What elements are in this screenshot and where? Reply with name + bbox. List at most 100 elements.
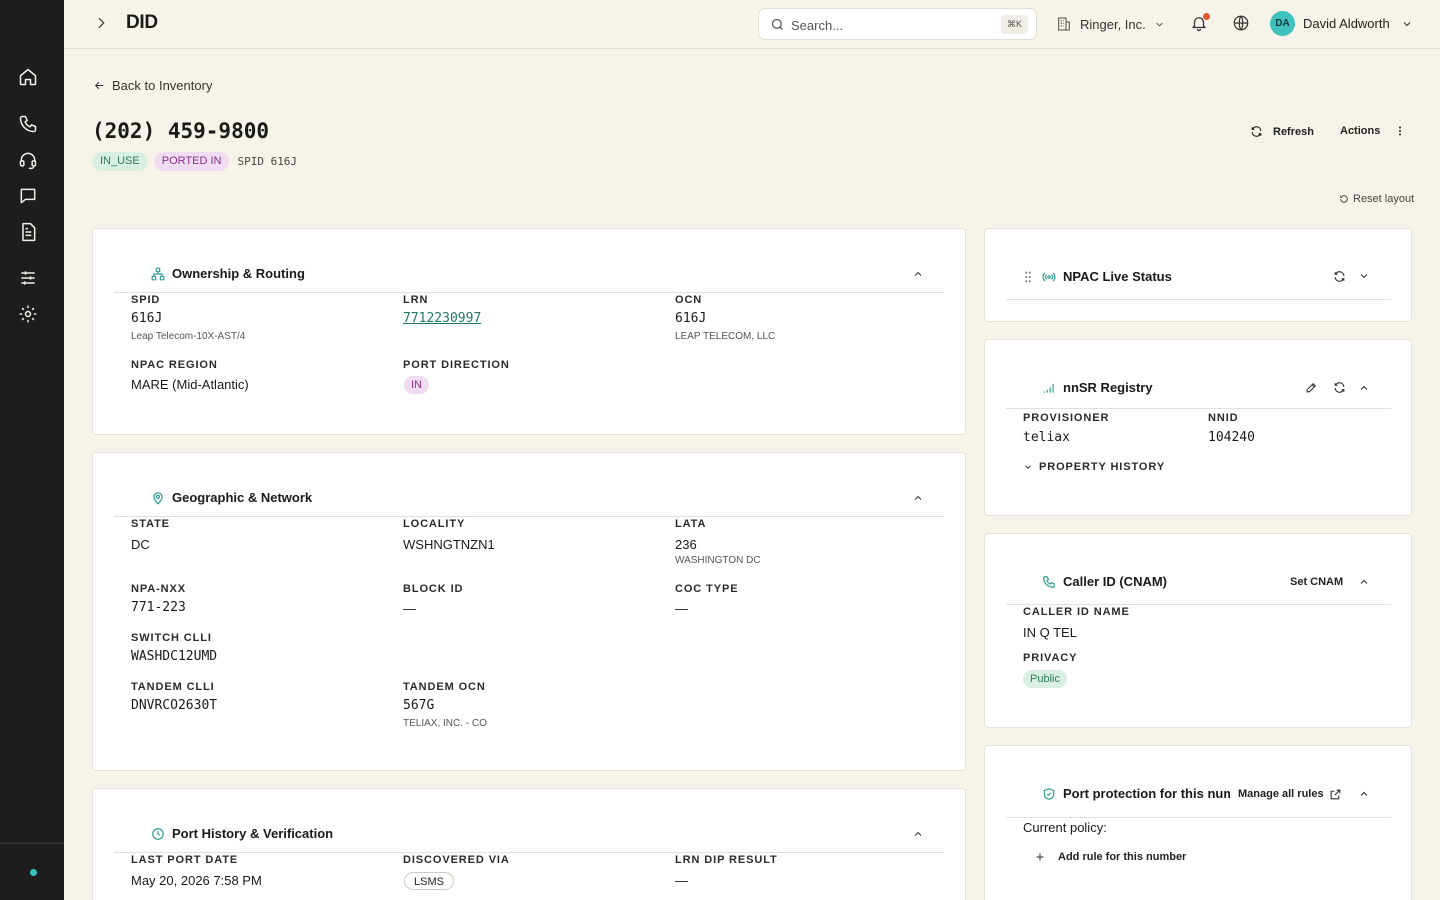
card-divider xyxy=(1006,408,1391,409)
current-policy-label: Current policy: xyxy=(1023,820,1107,835)
section-title: DID xyxy=(126,12,158,33)
network-icon xyxy=(151,267,165,281)
port-history-card: Port History & Verification LAST PORT DA… xyxy=(92,788,966,900)
privacy-badge: Public xyxy=(1023,670,1067,688)
lrn-dip-label: LRN DIP RESULT xyxy=(675,854,778,866)
port-protection-title: Port protection for this number xyxy=(1063,786,1230,801)
coc-type-value: — xyxy=(675,601,688,616)
add-rule-label: Add rule for this number xyxy=(1058,851,1187,863)
home-icon[interactable] xyxy=(18,67,38,87)
chevron-up-icon[interactable] xyxy=(912,492,924,504)
port-direction-badge: IN xyxy=(404,376,429,394)
user-name: David Aldworth xyxy=(1303,16,1390,31)
npa-nxx-label: NPA-NXX xyxy=(131,583,186,595)
location-pin-icon xyxy=(151,491,165,505)
phone-icon[interactable] xyxy=(18,114,38,134)
property-history-toggle[interactable]: PROPERTY HISTORY xyxy=(1023,461,1165,473)
drag-handle-icon[interactable] xyxy=(1023,271,1033,283)
lata-value: 236 xyxy=(675,537,697,552)
sliders-icon[interactable] xyxy=(18,268,38,288)
state-value: DC xyxy=(131,537,150,552)
edit-icon[interactable] xyxy=(1305,381,1318,394)
tandem-ocn-sub: TELIAX, INC. - CO xyxy=(403,718,487,729)
cnam-card: Caller ID (CNAM) Set CNAM CALLER ID NAME… xyxy=(984,533,1412,728)
port-direction-label: PORT DIRECTION xyxy=(403,359,510,371)
tandem-ocn-label: TANDEM OCN xyxy=(403,681,486,693)
state-label: STATE xyxy=(131,518,170,530)
nnsr-card: nnSR Registry PROVISIONER teliax NNID 10… xyxy=(984,339,1412,516)
privacy-label: PRIVACY xyxy=(1023,652,1078,664)
port-protection-header: Port protection for this number xyxy=(1042,786,1230,801)
cnam-header: Caller ID (CNAM) xyxy=(1042,574,1167,589)
chat-icon[interactable] xyxy=(18,186,38,206)
avatar: DA xyxy=(1270,11,1295,36)
chevron-up-icon[interactable] xyxy=(912,828,924,840)
chevron-up-icon[interactable] xyxy=(1358,382,1370,394)
set-cnam-button[interactable]: Set CNAM xyxy=(1290,576,1343,588)
actions-button[interactable]: Actions xyxy=(1340,125,1406,137)
port-history-header: Port History & Verification xyxy=(151,826,333,841)
add-rule-button[interactable]: Add rule for this number xyxy=(1034,851,1186,863)
status-badges: IN_USE PORTED IN SPID 616J xyxy=(92,152,297,171)
property-history-label: PROPERTY HISTORY xyxy=(1039,461,1166,473)
tandem-clli-value: DNVRCO2630T xyxy=(131,698,218,713)
card-divider xyxy=(1006,299,1391,300)
npac-card: NPAC Live Status xyxy=(984,228,1412,322)
refresh-icon xyxy=(1250,125,1263,138)
reset-layout-button[interactable]: Reset layout xyxy=(1339,193,1414,205)
block-id-label: BLOCK ID xyxy=(403,583,464,595)
card-divider xyxy=(1006,604,1391,605)
chevron-down-icon[interactable] xyxy=(1358,270,1370,282)
ported-badge: PORTED IN xyxy=(153,152,230,171)
document-icon[interactable] xyxy=(18,222,38,242)
arrow-left-icon xyxy=(93,79,106,92)
chevron-up-icon[interactable] xyxy=(1358,788,1370,800)
card-divider xyxy=(1006,817,1391,818)
gear-icon[interactable] xyxy=(18,304,38,324)
ocn-value: 616J xyxy=(675,311,707,326)
page-title: (202) 459-9800 xyxy=(92,119,270,143)
chevron-down-icon xyxy=(1154,19,1165,30)
search-icon xyxy=(770,17,785,32)
search-input[interactable] xyxy=(791,15,991,35)
port-protection-card: Port protection for this number Manage a… xyxy=(984,745,1412,900)
chevron-up-icon[interactable] xyxy=(1358,576,1370,588)
card-divider xyxy=(114,516,944,517)
manage-rules-button[interactable]: Manage all rules xyxy=(1238,788,1324,800)
back-label: Back to Inventory xyxy=(112,78,213,93)
headset-icon[interactable] xyxy=(18,150,38,170)
user-menu[interactable]: DA David Aldworth xyxy=(1270,11,1413,36)
external-link-icon[interactable] xyxy=(1329,788,1342,801)
chevron-up-icon[interactable] xyxy=(912,268,924,280)
phone-icon xyxy=(1042,575,1056,589)
refresh-icon[interactable] xyxy=(1333,270,1346,283)
refresh-icon[interactable] xyxy=(1333,381,1346,394)
shield-icon xyxy=(1042,787,1056,801)
back-link[interactable]: Back to Inventory xyxy=(93,78,212,93)
caller-id-name-label: CALLER ID NAME xyxy=(1023,606,1130,618)
actions-label: Actions xyxy=(1340,125,1381,137)
lrn-link[interactable]: 7712230997 xyxy=(403,311,481,326)
chevron-down-icon xyxy=(1401,18,1413,30)
ownership-title: Ownership & Routing xyxy=(172,266,305,281)
lata-label: LATA xyxy=(675,518,707,530)
top-bar: DID ⌘K Ringer, Inc. DA David Aldworth xyxy=(64,0,1440,49)
discovered-via-label: DISCOVERED VIA xyxy=(403,854,510,866)
search-box[interactable]: ⌘K xyxy=(758,8,1037,40)
ownership-card: Ownership & Routing SPID 616J Leap Telec… xyxy=(92,228,966,435)
status-badge: IN_USE xyxy=(92,152,148,171)
chevron-right-icon[interactable] xyxy=(93,15,109,31)
globe-icon[interactable] xyxy=(1232,14,1250,32)
reset-icon xyxy=(1339,194,1349,204)
spid-label: SPID xyxy=(131,294,161,306)
plus-icon xyxy=(1034,851,1046,863)
refresh-label: Refresh xyxy=(1273,125,1314,138)
spid-tag: SPID 616J xyxy=(237,155,298,168)
nnsr-title: nnSR Registry xyxy=(1063,380,1153,395)
org-switcher[interactable]: Ringer, Inc. xyxy=(1056,15,1165,33)
refresh-button[interactable]: Refresh xyxy=(1250,125,1314,138)
building-icon xyxy=(1056,16,1072,32)
switch-clli-label: SWITCH CLLI xyxy=(131,632,212,644)
card-divider xyxy=(114,292,944,293)
switch-clli-value: WASHDC12UMD xyxy=(131,649,218,664)
